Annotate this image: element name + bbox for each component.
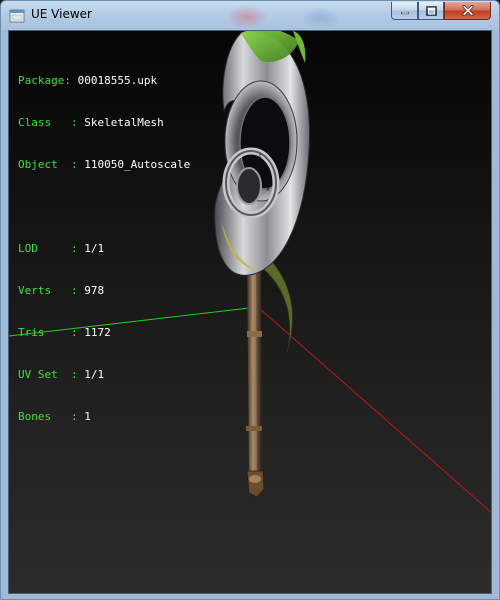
info-value: 1172 — [84, 326, 111, 339]
info-value: 1/1 — [84, 368, 105, 381]
info-label: Tris : — [18, 326, 85, 339]
info-label: LOD : — [18, 242, 85, 255]
close-button[interactable] — [444, 2, 491, 20]
info-value: 978 — [84, 284, 105, 297]
x-axis — [258, 307, 491, 513]
info-label: Package: — [18, 74, 78, 87]
maximize-button[interactable] — [418, 2, 444, 20]
info-label: Class : — [18, 116, 85, 129]
info-row-bones: Bones : 1 — [18, 410, 190, 424]
info-row-package: Package: 00018555.upk — [18, 74, 190, 88]
info-label: UV Set : — [18, 368, 85, 381]
info-label: Bones : — [18, 410, 85, 423]
background-blur — [226, 5, 268, 29]
info-value: SkeletalMesh — [84, 116, 164, 129]
info-value: 00018555.upk — [77, 74, 158, 87]
close-icon — [462, 5, 473, 16]
info-row-uvset: UV Set : 1/1 — [18, 368, 190, 382]
info-row-tris: Tris : 1172 — [18, 326, 190, 340]
scythe-mesh[interactable]: t x — [214, 31, 311, 498]
title-bar[interactable]: UE Viewer — [1, 1, 499, 30]
minimize-button[interactable] — [391, 2, 418, 20]
info-row-verts: Verts : 978 — [18, 284, 190, 298]
window-title: UE Viewer — [31, 7, 92, 21]
minimize-icon — [400, 11, 409, 14]
rune-mark: t — [259, 152, 262, 160]
info-value: 1/1 — [84, 242, 105, 255]
info-label: Object : — [18, 158, 85, 171]
background-blur — [301, 7, 341, 29]
info-value: 1 — [84, 410, 91, 423]
mesh-info-overlay: Package: 00018555.upk Class : SkeletalMe… — [18, 46, 190, 452]
rune-mark: x — [266, 185, 270, 193]
info-value: 110050_Autoscale — [84, 158, 191, 171]
3d-viewport[interactable]: t x Package: 00018555.upk Class : Skelet… — [8, 30, 492, 594]
info-row-class: Class : SkeletalMesh — [18, 116, 190, 130]
info-row-object: Object : 110050_Autoscale — [18, 158, 190, 172]
ue-viewer-app-icon[interactable] — [9, 8, 25, 24]
maximize-icon — [425, 5, 437, 16]
info-label: Verts : — [18, 284, 85, 297]
info-row-lod: LOD : 1/1 — [18, 242, 190, 256]
app-window: UE Viewer t x Package: 00018555.upk Clas… — [0, 0, 500, 600]
